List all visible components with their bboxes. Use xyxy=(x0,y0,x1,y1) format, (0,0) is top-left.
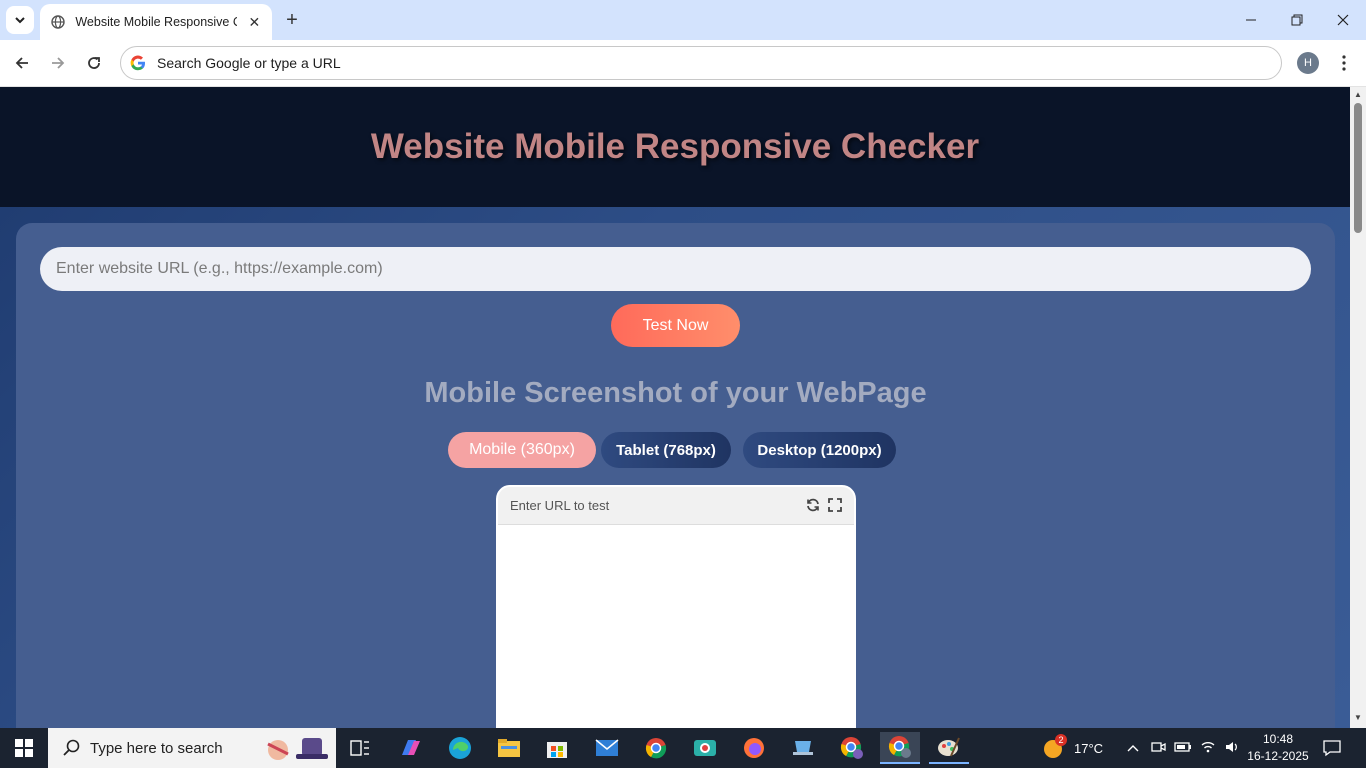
preview-url-text: Enter URL to test xyxy=(510,498,610,513)
arrow-left-icon xyxy=(15,57,28,69)
page-title: Website Mobile Responsive Checker xyxy=(370,127,980,166)
search-placeholder: Type here to search xyxy=(90,739,223,757)
weather-sun-icon: 2 xyxy=(1042,734,1067,760)
chrome-icon[interactable] xyxy=(636,732,676,764)
address-placeholder: Search Google or type a URL xyxy=(157,55,341,71)
reload-icon xyxy=(88,57,100,69)
windows-logo-icon xyxy=(15,739,33,757)
battery-icon[interactable] xyxy=(1174,741,1192,756)
web-page: Website Mobile Responsive Checker Enter … xyxy=(0,87,1350,728)
forward-button[interactable] xyxy=(46,51,70,75)
chrome-profile-r-icon[interactable] xyxy=(832,732,872,764)
browser-menu-button[interactable] xyxy=(1334,51,1354,75)
show-hidden-icons-icon[interactable] xyxy=(1126,741,1140,756)
taskbar-search[interactable]: Type here to search xyxy=(48,728,336,768)
close-window-button[interactable] xyxy=(1320,0,1366,40)
close-icon xyxy=(1337,14,1349,26)
new-tab-button[interactable]: + xyxy=(282,9,302,31)
firefox-icon[interactable] xyxy=(734,732,774,764)
browser-toolbar: Search Google or type a URL H xyxy=(0,40,1366,87)
meet-now-icon[interactable] xyxy=(1150,740,1166,757)
scroll-down-icon[interactable]: ▼ xyxy=(1354,713,1362,722)
device-mobile-button[interactable]: Mobile (360px) xyxy=(448,432,596,468)
scroll-thumb[interactable] xyxy=(1354,103,1362,233)
scroll-up-icon[interactable]: ▲ xyxy=(1354,90,1362,99)
search-icon xyxy=(63,739,80,756)
checker-card: Enter website URL (e.g., https://example… xyxy=(16,223,1335,728)
edge-icon[interactable] xyxy=(440,732,480,764)
weather-temp: 17°C xyxy=(1074,740,1104,756)
device-desktop-button[interactable]: Desktop (1200px) xyxy=(743,432,896,468)
arrow-right-icon xyxy=(52,57,65,69)
copilot-icon[interactable] xyxy=(390,732,430,764)
laptop-app-icon[interactable] xyxy=(783,732,823,764)
wifi-icon[interactable] xyxy=(1200,740,1216,757)
device-tablet-button[interactable]: Tablet (768px) xyxy=(601,432,731,468)
microsoft-store-icon[interactable] xyxy=(537,732,577,764)
page-scrollbar[interactable]: ▲ ▼ xyxy=(1350,87,1366,728)
mail-icon[interactable] xyxy=(587,732,627,764)
minimize-button[interactable] xyxy=(1228,0,1274,40)
weather-widget[interactable]: 2 17°C xyxy=(1042,728,1103,768)
device-preview-frame: Enter URL to test xyxy=(496,485,856,728)
preview-url-bar: Enter URL to test xyxy=(498,487,854,525)
start-button[interactable] xyxy=(0,728,48,768)
website-url-input[interactable]: Enter website URL (e.g., https://example… xyxy=(40,247,1311,291)
reload-button[interactable] xyxy=(82,51,106,75)
tab-search-button[interactable] xyxy=(6,6,34,34)
file-explorer-icon[interactable] xyxy=(489,732,529,764)
chrome-profile-h-icon[interactable] xyxy=(880,732,920,764)
section-title: Mobile Screenshot of your WebPage xyxy=(424,377,927,409)
refresh-icon[interactable] xyxy=(806,498,820,517)
system-clock[interactable]: 10:48 16-12-2025 xyxy=(1246,731,1310,765)
google-icon xyxy=(129,54,147,72)
task-view-icon[interactable] xyxy=(340,732,380,764)
notifications-button[interactable] xyxy=(1322,728,1342,768)
browser-tab-active[interactable]: Website Mobile Responsive Checker ✕ xyxy=(40,4,272,40)
more-vertical-icon xyxy=(1342,55,1346,71)
test-now-button[interactable]: Test Now xyxy=(611,304,740,347)
clock-date: 16-12-2025 xyxy=(1247,749,1309,763)
windows-taskbar: Type here to search 2 17°C 10:48 16-12-2… xyxy=(0,728,1366,768)
tab-title: Website Mobile Responsive Checker xyxy=(75,15,236,29)
globe-icon xyxy=(50,14,65,30)
tray-icons xyxy=(1126,728,1240,768)
restore-button[interactable] xyxy=(1274,0,1320,40)
close-tab-icon[interactable]: ✕ xyxy=(247,14,262,31)
notification-icon xyxy=(1323,740,1341,757)
page-header: Website Mobile Responsive Checker xyxy=(0,87,1350,207)
weather-badge: 2 xyxy=(1055,734,1067,746)
chevron-down-icon xyxy=(15,17,25,24)
camera-app-icon[interactable] xyxy=(685,732,725,764)
search-highlight-image xyxy=(260,732,330,769)
profile-avatar[interactable]: H xyxy=(1297,52,1319,74)
browser-titlebar: Website Mobile Responsive Checker ✕ + xyxy=(0,0,1366,40)
address-bar[interactable]: Search Google or type a URL xyxy=(120,46,1282,80)
minimize-icon xyxy=(1246,19,1256,21)
clock-time: 10:48 xyxy=(1262,732,1294,746)
back-button[interactable] xyxy=(10,51,34,75)
paint-app-icon[interactable] xyxy=(929,732,969,764)
fullscreen-icon[interactable] xyxy=(828,498,842,517)
volume-icon[interactable] xyxy=(1224,740,1240,757)
restore-icon xyxy=(1291,14,1303,26)
